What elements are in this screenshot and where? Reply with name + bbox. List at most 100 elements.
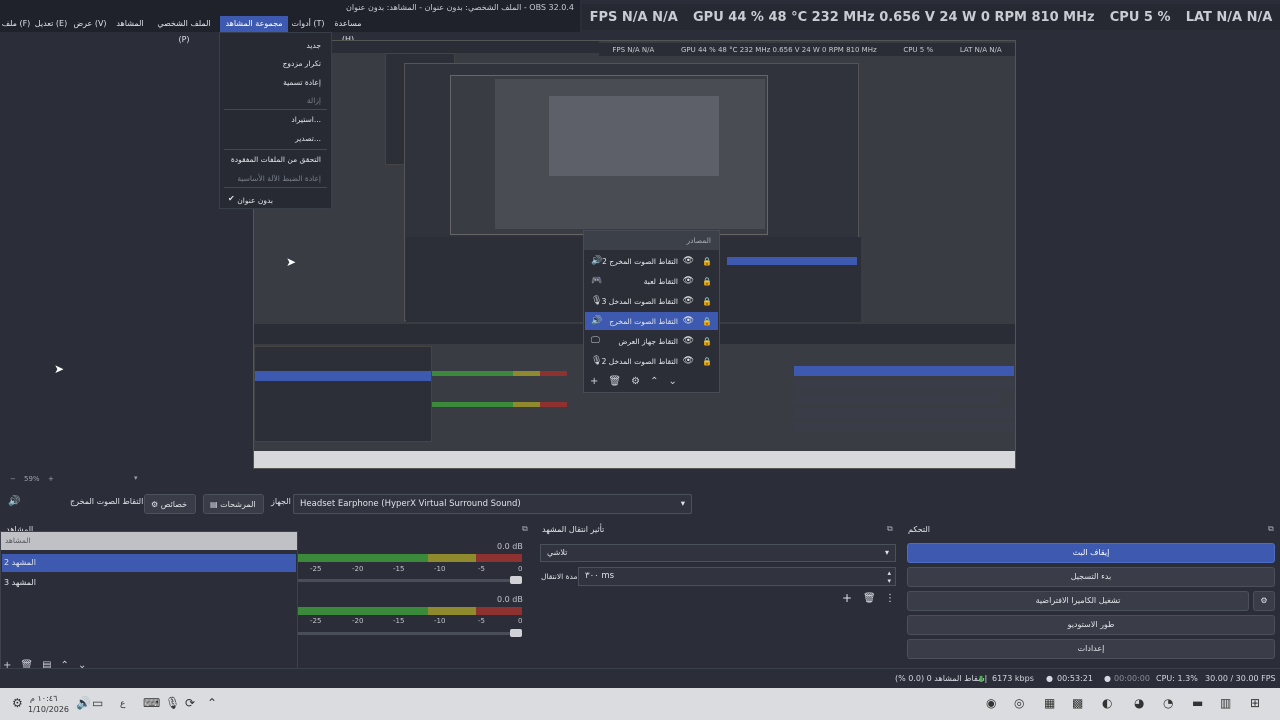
eye-icon[interactable]: 👁 [683, 256, 694, 266]
preview-gpu: GPU 44 % 48 °C 232 MHz 0.656 V 24 W 0 RP… [680, 45, 877, 54]
add-icon[interactable]: + [590, 376, 598, 387]
dd-import[interactable]: استيراد... [291, 115, 321, 124]
lock-icon[interactable]: 🔒 [702, 357, 712, 366]
network-icon[interactable]: ▭ [92, 696, 103, 710]
studio-mode-button[interactable]: طور الاستوديو [907, 615, 1275, 635]
folder-icon[interactable]: ▬ [1192, 696, 1203, 710]
minecraft-icon[interactable]: ▩ [1072, 696, 1083, 710]
gear-icon[interactable]: ⚙ [631, 376, 640, 387]
cpu-stat: CPU 5 % [1109, 9, 1171, 25]
chevron-up-icon[interactable]: ⌃ [650, 376, 658, 387]
menu-tools[interactable]: أدوات (T) [290, 16, 326, 32]
more-icon[interactable]: ⋮ [885, 593, 895, 604]
dd-separator [224, 187, 327, 188]
stop-stream-button[interactable]: إيقاف البث [907, 543, 1275, 563]
trash-icon[interactable]: 🗑 [608, 376, 621, 387]
signal-icon: ▮ [979, 674, 984, 683]
dd-duplicate[interactable]: تكرار مزدوج [283, 59, 321, 68]
dd-check-missing[interactable]: التحقق من الملفات المفقودة [231, 155, 321, 164]
source-item[interactable]: 🎙 التقاط الصوت المدخل 3 👁 🔒 [585, 292, 718, 310]
volume-fader-1[interactable] [298, 576, 522, 584]
scale-tick: -20 [352, 617, 364, 625]
sync-icon[interactable]: ⟳ [185, 696, 195, 710]
dd-reset-ui[interactable]: إعادة الضبط الآلة الأساسية [237, 174, 321, 183]
chevron-up-icon[interactable]: ⌃ [207, 696, 217, 710]
eye-icon[interactable]: 👁 [683, 296, 694, 306]
edge-icon[interactable]: ◔ [1163, 696, 1173, 710]
selected-source-label: التقاط الصوت المخرج [70, 497, 144, 506]
language-indicator[interactable]: ع [120, 699, 125, 709]
source-item-selected[interactable]: 🔊 التقاط الصوت المخرج 👁 🔒 [585, 312, 718, 330]
start-record-button[interactable]: بدء التسجيل [907, 567, 1275, 587]
undock-icon[interactable]: ⧉ [522, 524, 528, 534]
scene-item[interactable]: المشهد 3 [2, 574, 296, 592]
mixer-db-2: 0.0 dB [497, 595, 523, 604]
dd-remove[interactable]: إزالة [307, 96, 321, 105]
source-item[interactable]: 🔊 التقاط الصوت المخرج 2 👁 🔒 [585, 252, 718, 270]
dd-new[interactable]: جديد [306, 41, 321, 50]
menu-scene-collection[interactable]: مجموعة المشاهد (S) [220, 16, 288, 44]
volume-fader-2[interactable] [298, 629, 522, 637]
lock-icon[interactable]: 🔒 [702, 337, 712, 346]
fader-handle[interactable] [510, 629, 522, 637]
eye-icon[interactable]: 👁 [683, 316, 694, 326]
lock-icon[interactable]: 🔒 [702, 277, 712, 286]
undock-icon[interactable]: ⧉ [887, 524, 893, 534]
mixer-db-1: 0.0 dB [497, 542, 523, 551]
menu-help[interactable]: مساعدة (H) [328, 16, 368, 44]
preview-mouse-cursor: ➤ [286, 255, 297, 269]
eye-icon[interactable]: 👁 [683, 356, 694, 366]
dd-rename[interactable]: إعادة تسمية [283, 78, 321, 87]
zoom-out-icon[interactable]: − [10, 475, 16, 483]
chevron-down-icon[interactable]: ⌄ [668, 376, 676, 387]
trash-icon[interactable]: 🗑 [863, 593, 876, 604]
menu-view[interactable]: عرض (V) [71, 16, 109, 32]
duration-input[interactable]: ٣٠٠ ms ▴ ▾ [578, 567, 896, 586]
lock-icon[interactable]: 🔒 [702, 257, 712, 266]
menu-docks[interactable]: المشاهد [110, 16, 150, 32]
fader-handle[interactable] [510, 576, 522, 584]
menu-file[interactable]: ملف (F) [0, 16, 32, 32]
controls-dock-title: التحكم [908, 525, 930, 534]
menu-profile[interactable]: الملف الشخصي (P) [152, 16, 216, 44]
eye-icon[interactable]: 👁 [683, 276, 694, 286]
undock-icon[interactable]: ⧉ [1268, 524, 1274, 534]
keyboard-icon[interactable]: ⌨ [143, 696, 160, 710]
filters-button[interactable]: ▤ المرشحات [203, 494, 264, 514]
browser-icon[interactable]: ◕ [1134, 696, 1144, 710]
chevron-down-icon[interactable]: ▾ [134, 474, 138, 482]
source-item[interactable]: 🎙 التقاط الصوت المدخل 2 👁 🔒 [585, 352, 718, 370]
files-icon[interactable]: ▥ [1220, 696, 1231, 710]
eye-icon[interactable]: 👁 [683, 336, 694, 346]
discord-icon[interactable]: ◐ [1102, 696, 1112, 710]
volume-icon[interactable]: 🔊 [76, 696, 91, 710]
zoom-in-icon[interactable]: + [48, 475, 54, 483]
scene-item-selected[interactable]: المشهد 2 [2, 554, 296, 572]
steam-icon[interactable]: ◉ [986, 696, 996, 710]
preview-nested-scenes [254, 346, 432, 442]
microphone-icon[interactable]: 🎙 [165, 696, 180, 710]
start-icon[interactable]: ⊞ [1250, 696, 1260, 710]
virtual-camera-settings[interactable]: ⚙ [1253, 591, 1275, 611]
record-dot-icon: ● [1104, 674, 1111, 683]
source-item[interactable]: 🖵 التقاط جهاز العرض 👁 🔒 [585, 332, 718, 350]
menu-edit[interactable]: تعديل (E) [32, 16, 70, 32]
settings-button[interactable]: إعدادات [907, 639, 1275, 659]
properties-button[interactable]: ⚙ خصائص [144, 494, 196, 514]
add-icon[interactable]: + [842, 591, 852, 605]
virtual-camera-button[interactable]: تشغيل الكاميرا الافتراضية [907, 591, 1249, 611]
dd-export[interactable]: تصدير... [295, 134, 321, 143]
obs-icon[interactable]: ◎ [1014, 696, 1024, 710]
source-item[interactable]: 🎮 التقاط لعبة 👁 🔒 [585, 272, 718, 290]
device-select[interactable]: Headset Earphone (HyperX Virtual Surroun… [293, 494, 692, 514]
excel-icon[interactable]: ▦ [1044, 696, 1055, 710]
spin-icon[interactable]: ▴ ▾ [887, 569, 891, 585]
preview-nested-scene-selected [255, 371, 431, 381]
sources-panel: المصادر 🔊 التقاط الصوت المخرج 2 👁 🔒 🎮 ال… [583, 230, 720, 393]
scenes-header: المشاهد [1, 532, 297, 550]
lock-icon[interactable]: 🔒 [702, 317, 712, 326]
transition-select[interactable]: ▾ تلاشي [540, 544, 896, 562]
lock-icon[interactable]: 🔒 [702, 297, 712, 306]
settings-icon[interactable]: ⚙ [12, 696, 23, 710]
dd-untitled[interactable]: بدون عنوان [237, 196, 273, 205]
